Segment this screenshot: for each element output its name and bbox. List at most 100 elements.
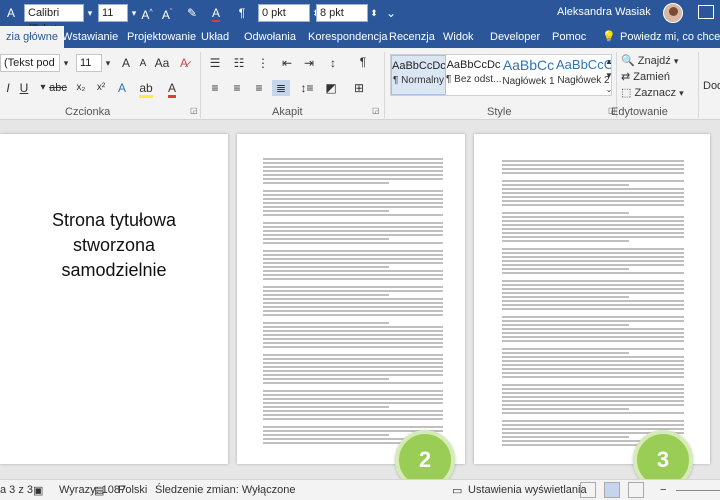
language-check-icon[interactable]: ▤ <box>94 484 104 497</box>
font-color-ribbon-icon[interactable]: A <box>164 80 180 98</box>
text-effects-icon[interactable]: A <box>114 80 130 96</box>
line-spacing-icon[interactable]: ↕≡ <box>298 80 316 96</box>
shrink-font-icon[interactable]: Aˇ <box>158 4 176 22</box>
display-settings-icon[interactable]: ▭ <box>452 484 462 497</box>
tab-design[interactable]: Projektowanie <box>121 26 202 48</box>
font-name-dropdown-icon[interactable]: ▾ <box>84 4 96 22</box>
style-heading-1[interactable]: AaBbCc Nagłówek 1 <box>501 55 556 95</box>
multilevel-list-icon[interactable]: ⋮ <box>254 55 272 71</box>
user-name[interactable]: Aleksandra Wasiak <box>557 6 651 18</box>
superscript-icon[interactable]: x² <box>92 80 110 96</box>
underline-icon[interactable]: U <box>16 80 32 96</box>
text-line <box>263 414 443 416</box>
show-marks-icon[interactable]: ¶ <box>233 4 251 22</box>
text-line <box>502 372 684 374</box>
find-dropdown-icon[interactable]: ▾ <box>674 56 679 66</box>
change-case-icon[interactable]: Aa <box>154 55 170 71</box>
tab-home[interactable]: zia główne <box>0 26 64 48</box>
text-line <box>502 164 684 166</box>
page-1[interactable]: Strona tytułowa stworzona samodzielnie <box>0 134 228 464</box>
find-label: Znajdź <box>637 55 671 67</box>
ribbon-display-options-icon[interactable] <box>698 5 714 19</box>
style-no-spacing[interactable]: AaBbCcDc ¶ Bez odst... <box>446 55 501 95</box>
select-button[interactable]: ⬚ Zaznacz ▾ <box>621 86 684 99</box>
numbering-icon[interactable]: ☷ <box>230 55 248 71</box>
tab-insert[interactable]: Wstawianie <box>56 26 124 48</box>
user-avatar[interactable] <box>663 3 683 23</box>
find-button[interactable]: 🔍 Znajdź ▾ <box>621 54 678 67</box>
justify-icon[interactable]: ≣ <box>272 80 290 96</box>
clear-formatting-icon[interactable]: A̷ <box>176 55 192 71</box>
grow-font-icon[interactable]: A^ <box>138 4 156 22</box>
highlight-color-icon[interactable]: ab <box>138 80 154 98</box>
spacing-after-field[interactable]: 8 pkt <box>316 4 368 22</box>
web-layout-icon[interactable] <box>628 482 644 498</box>
spacing-after-spin-icon[interactable]: ⬍ <box>368 4 380 22</box>
text-line <box>263 278 443 280</box>
quick-font-name[interactable]: Calibri (Tekst <box>24 4 84 35</box>
align-center-icon[interactable]: ≡ <box>228 80 246 96</box>
align-left-icon[interactable]: ≡ <box>206 80 224 96</box>
tell-me-search[interactable]: Powiedz mi, co chcesz zro <box>614 26 720 48</box>
language-indicator[interactable]: Polski <box>118 484 147 496</box>
proofing-icon[interactable]: ▣ <box>33 484 43 497</box>
select-label: Zaznacz <box>634 87 677 99</box>
shading-icon[interactable]: ◩ <box>322 80 340 96</box>
select-dropdown-icon[interactable]: ▾ <box>679 88 684 98</box>
tab-mailings[interactable]: Korespondencja <box>302 26 394 48</box>
zoom-out-icon[interactable]: − <box>660 484 666 496</box>
style-normal[interactable]: AaBbCcDc ¶ Normalny <box>391 55 446 95</box>
paragraph-dialog-launcher-icon[interactable]: ◲ <box>372 106 380 115</box>
word-count[interactable]: Wyrazy: 1087 <box>59 484 126 496</box>
read-mode-icon[interactable] <box>580 482 596 498</box>
style-heading-2[interactable]: AaBbCcC Nagłówek 2 <box>556 55 611 95</box>
text-line <box>502 276 684 278</box>
track-changes-status[interactable]: Śledzenie zmian: Wyłączone <box>155 484 296 496</box>
display-settings[interactable]: Ustawienia wyświetlania <box>468 484 587 496</box>
font-name-box[interactable]: (Tekst pod <box>0 54 60 72</box>
quick-font-size[interactable]: 11 <box>98 4 128 22</box>
addins-button[interactable]: Dod <box>703 78 720 94</box>
page-indicator[interactable]: a 3 z 3 <box>0 484 33 496</box>
tab-review[interactable]: Recenzja <box>383 26 441 48</box>
page-3[interactable] <box>474 134 710 464</box>
text-line <box>263 426 443 428</box>
tab-help[interactable]: Pomoc <box>546 26 592 48</box>
decrease-indent-icon[interactable]: ⇤ <box>278 55 296 71</box>
tab-references[interactable]: Odwołania <box>238 26 302 48</box>
zoom-slider[interactable] <box>676 490 720 491</box>
print-layout-icon[interactable] <box>604 482 620 498</box>
text-line <box>263 406 389 408</box>
font-color-icon[interactable]: A <box>207 4 225 22</box>
replace-button[interactable]: ⇄ Zamień <box>621 70 670 83</box>
shrink-font-ribbon-icon[interactable]: A <box>136 56 150 72</box>
title-line: Strona tytułowa <box>51 210 177 230</box>
bullets-icon[interactable]: ☰ <box>206 55 224 71</box>
increase-indent-icon[interactable]: ⇥ <box>300 55 318 71</box>
sort-icon[interactable]: ↕ <box>324 55 342 71</box>
tab-layout[interactable]: Układ <box>195 26 235 48</box>
text-line <box>263 302 443 304</box>
font-name-ribbon-dropdown-icon[interactable]: ▾ <box>60 55 72 71</box>
tab-view[interactable]: Widok <box>437 26 480 48</box>
highlight-icon[interactable]: ✎ <box>183 4 201 22</box>
italic-icon[interactable]: I <box>0 80 16 96</box>
text-line <box>502 396 684 398</box>
paragraph-marks-icon[interactable]: ¶ <box>355 54 371 70</box>
text-line <box>502 188 684 190</box>
styles-quick-icon[interactable]: A <box>2 4 20 22</box>
page-2[interactable] <box>237 134 465 464</box>
strikethrough-icon[interactable]: abc <box>48 80 68 96</box>
font-size-ribbon-dropdown-icon[interactable]: ▾ <box>102 55 114 71</box>
align-right-icon[interactable]: ≡ <box>250 80 268 96</box>
text-line <box>502 424 684 426</box>
borders-icon[interactable]: ⊞ <box>350 80 368 96</box>
font-size-box[interactable]: 11 <box>76 54 102 72</box>
tab-developer[interactable]: Developer <box>484 26 546 48</box>
grow-font-ribbon-icon[interactable]: A <box>118 55 134 71</box>
subscript-icon[interactable]: x₂ <box>72 80 90 96</box>
styles-more-icon[interactable]: ⌄ <box>604 82 614 98</box>
font-dialog-launcher-icon[interactable]: ◲ <box>190 106 198 115</box>
text-line <box>502 236 684 238</box>
customize-quick-access-icon[interactable]: ⌄ <box>382 4 400 22</box>
